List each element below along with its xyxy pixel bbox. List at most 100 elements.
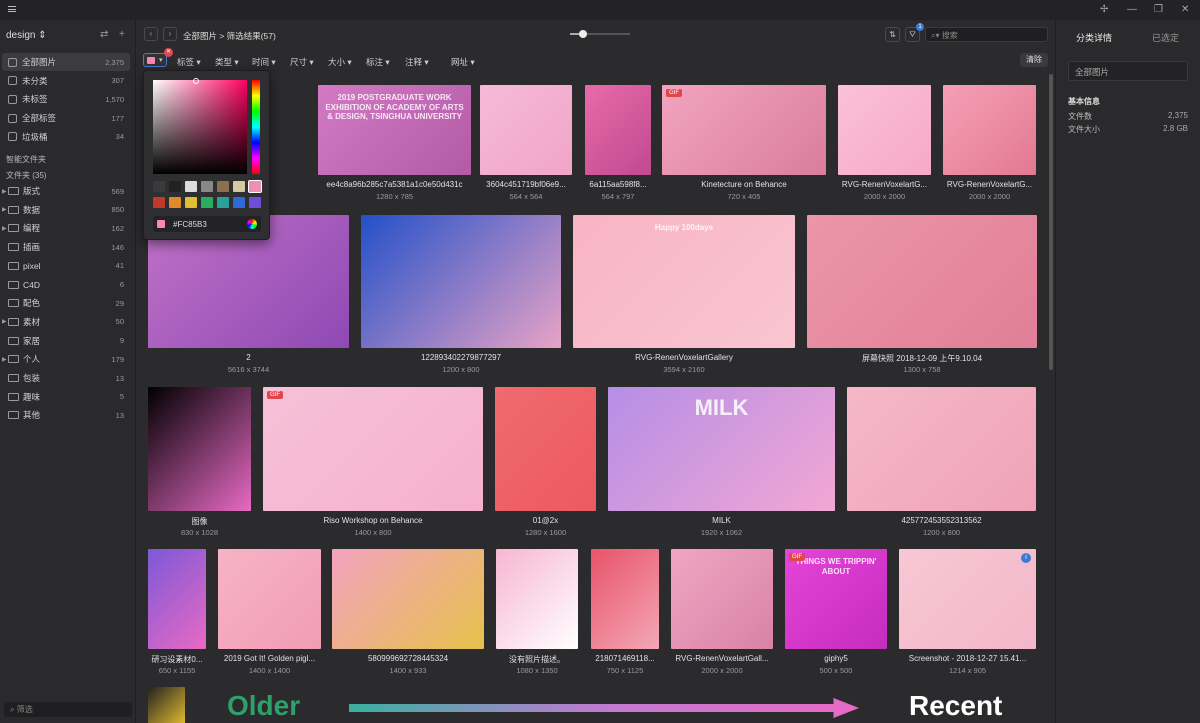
image-dimensions: 3594 x 2160 (663, 365, 705, 374)
pin-icon[interactable]: ✢ (1100, 4, 1108, 15)
color-swatch[interactable] (201, 181, 213, 192)
color-swatch[interactable] (153, 181, 165, 192)
color-swatch[interactable] (185, 197, 197, 208)
image-dimensions: 564 x 797 (601, 192, 635, 201)
folder-icon (8, 336, 19, 345)
filter-dropdown[interactable]: 网址 ▾ (451, 56, 475, 68)
expand-arrow-icon[interactable]: ▶ (2, 318, 7, 325)
folder-item[interactable]: 家居 9 (2, 332, 130, 350)
filter-dropdown[interactable]: 注释 ▾ (405, 56, 429, 68)
image-thumbnail[interactable] (148, 687, 185, 723)
image-thumbnail[interactable]: MILK (608, 387, 835, 511)
expand-arrow-icon[interactable]: ▶ (2, 356, 7, 363)
filter-dropdown[interactable]: 时间 ▾ (252, 56, 276, 68)
folder-name-field[interactable]: 全部图片 (1068, 61, 1188, 81)
image-thumbnail[interactable] (480, 85, 572, 175)
image-thumbnail[interactable] (807, 215, 1037, 348)
image-thumbnail[interactable] (495, 387, 596, 511)
tab-folder-details[interactable]: 分类详情 (1076, 31, 1112, 44)
folder-item[interactable]: 包装 13 (2, 369, 130, 387)
color-swatch[interactable] (169, 197, 181, 208)
sidebar-item[interactable]: 全部标签 177 (2, 109, 130, 127)
image-thumbnail[interactable] (361, 215, 561, 348)
image-thumbnail[interactable] (218, 549, 321, 649)
saturation-value-area[interactable] (153, 78, 247, 174)
expand-arrow-icon[interactable]: ▶ (2, 206, 7, 213)
sidebar-item[interactable]: 未分类 307 (2, 72, 130, 90)
add-icon[interactable]: + (119, 29, 125, 40)
image-thumbnail[interactable] (671, 549, 773, 649)
back-button[interactable]: ‹ (144, 27, 158, 41)
image-thumbnail[interactable] (943, 85, 1036, 175)
folder-item[interactable]: pixel 41 (2, 257, 130, 275)
folder-item[interactable]: ▶ 数据 850 (2, 201, 130, 219)
image-thumbnail[interactable]: 2019 POSTGRADUATE WORK EXHIBITION OF ACA… (318, 85, 471, 175)
forward-button[interactable]: › (163, 27, 177, 41)
expand-arrow-icon[interactable]: ▶ (2, 225, 7, 232)
color-swatch[interactable] (201, 197, 213, 208)
swap-icon[interactable]: ⇄ (100, 29, 108, 40)
color-swatch[interactable] (217, 181, 229, 192)
expand-arrow-icon[interactable]: ▶ (2, 188, 7, 195)
item-icon (8, 113, 17, 123)
image-thumbnail[interactable]: GIF (263, 387, 483, 511)
folder-item[interactable]: C4D 6 (2, 276, 130, 294)
color-filter-button[interactable]: ▾ ✕ (143, 48, 173, 67)
thumbnail-poster-text: 2019 POSTGRADUATE WORK EXHIBITION OF ACA… (325, 93, 464, 122)
color-wheel-icon[interactable] (247, 219, 257, 229)
color-swatch[interactable] (233, 181, 245, 192)
sort-button[interactable]: ⇅ (885, 27, 900, 42)
folder-item[interactable]: 配色 29 (2, 294, 130, 312)
maximize-button[interactable]: ❐ (1154, 4, 1163, 15)
folder-item[interactable]: ▶ 素材 50 (2, 313, 130, 331)
image-thumbnail[interactable]: Happy 100days (573, 215, 795, 348)
minimize-button[interactable]: — (1127, 4, 1137, 15)
folder-item[interactable]: 插画 146 (2, 238, 130, 256)
color-swatch[interactable] (153, 197, 165, 208)
image-thumbnail[interactable] (591, 549, 659, 649)
info-icon[interactable]: i (1021, 553, 1031, 563)
image-thumbnail[interactable] (332, 549, 484, 649)
color-swatch[interactable] (169, 181, 181, 192)
color-swatch[interactable] (233, 197, 245, 208)
tab-selected[interactable]: 已选定 (1152, 31, 1179, 44)
image-thumbnail[interactable] (148, 549, 206, 649)
folder-item[interactable]: ▶ 个人 179 (2, 350, 130, 368)
folder-item[interactable]: 其他 13 (2, 406, 130, 424)
hue-slider[interactable] (252, 80, 260, 174)
scrollbar[interactable] (1049, 74, 1053, 370)
hex-input[interactable]: #FC85B3 (153, 216, 261, 232)
filter-dropdown[interactable]: 标签 ▾ (177, 56, 201, 68)
image-thumbnail[interactable] (148, 387, 251, 511)
clear-filters-button[interactable]: 清除 (1020, 53, 1048, 67)
sidebar-filter-input[interactable]: ⌕ 筛选 (4, 702, 132, 717)
sidebar-item[interactable]: 全部图片 2,375 (2, 53, 130, 71)
filter-dropdown[interactable]: 标注 ▾ (366, 56, 390, 68)
image-thumbnail[interactable]: THINGS WE TRIPPIN' ABOUT GIF (785, 549, 887, 649)
image-thumbnail[interactable] (838, 85, 931, 175)
filter-dropdown[interactable]: 大小 ▾ (328, 56, 352, 68)
sidebar-item[interactable]: 垃圾桶 34 (2, 128, 130, 146)
sidebar-item[interactable]: 未标签 1,570 (2, 90, 130, 108)
filter-dropdown[interactable]: 类型 ▾ (215, 56, 239, 68)
zoom-slider[interactable] (570, 30, 630, 38)
folder-item[interactable]: ▶ 版式 569 (2, 182, 130, 200)
gif-badge: GIF (789, 553, 805, 561)
color-swatch[interactable] (217, 197, 229, 208)
image-thumbnail[interactable]: i (899, 549, 1036, 649)
filter-dropdown[interactable]: 尺寸 ▾ (290, 56, 314, 68)
color-swatch[interactable] (249, 197, 261, 208)
folder-item[interactable]: ▶ 编程 162 (2, 219, 130, 237)
color-swatch[interactable] (248, 180, 262, 193)
image-thumbnail[interactable]: GIF (662, 85, 826, 175)
color-swatch[interactable] (185, 181, 197, 192)
hamburger-menu-icon[interactable] (8, 6, 16, 12)
image-thumbnail[interactable] (496, 549, 578, 649)
clear-color-icon[interactable]: ✕ (164, 48, 173, 57)
image-thumbnail[interactable] (847, 387, 1036, 511)
search-input[interactable]: ⌕▾ 搜索 (925, 27, 1048, 42)
folder-item[interactable]: 趣味 5 (2, 388, 130, 406)
image-thumbnail[interactable] (585, 85, 651, 175)
library-switcher[interactable]: design ⇕ (6, 30, 47, 41)
close-button[interactable]: ✕ (1181, 4, 1189, 15)
